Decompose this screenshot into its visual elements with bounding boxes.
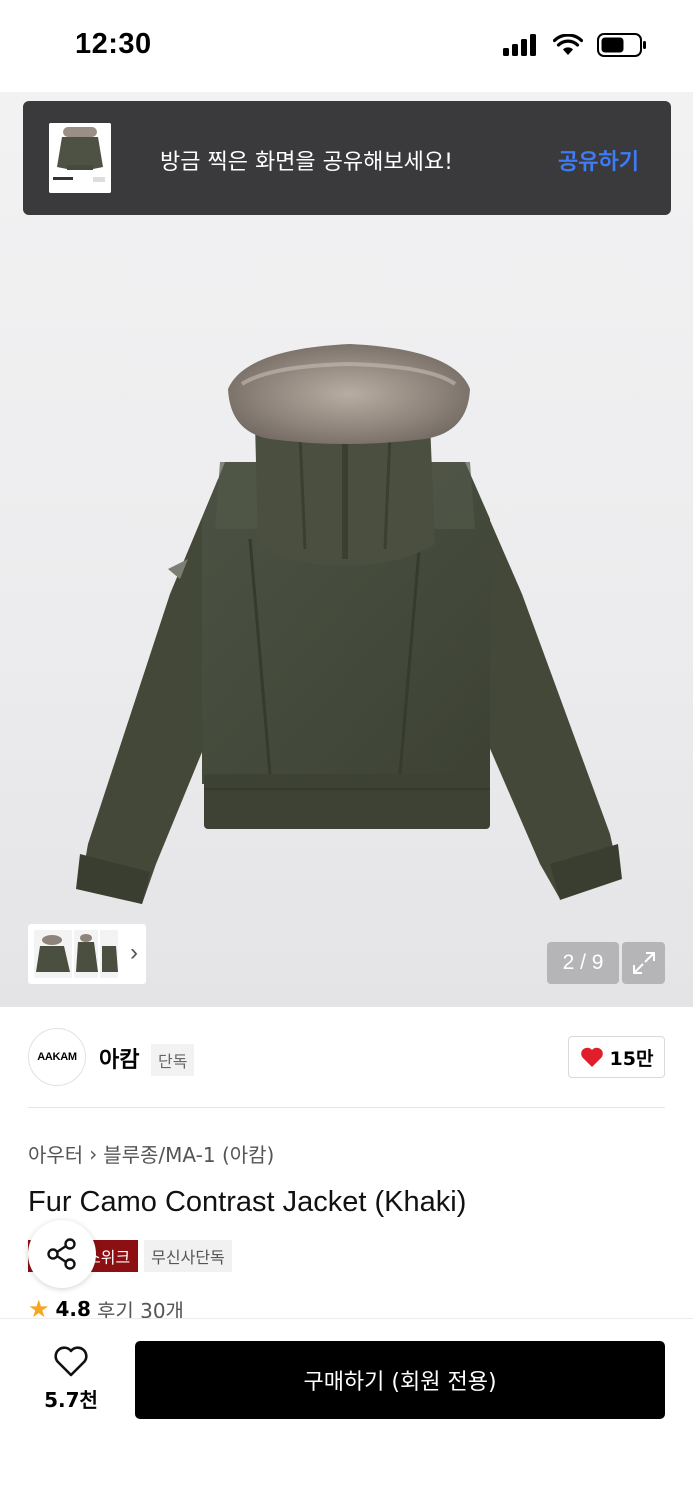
share-fab-button[interactable] — [28, 1220, 96, 1288]
product-image-gallery[interactable]: › 2 / 9 — [0, 92, 693, 1007]
heart-filled-icon — [580, 1047, 603, 1067]
product-jacket-image — [76, 344, 622, 904]
breadcrumb-subcategory[interactable]: 블루종/MA-1 (아캄) — [103, 1139, 274, 1168]
share-icon — [47, 1238, 76, 1270]
thumbnail-images — [34, 930, 118, 978]
share-toast: 방금 찍은 화면을 공유해보세요! 공유하기 — [23, 101, 671, 215]
status-time: 12:30 — [75, 28, 152, 60]
brand-exclusive-tag: 단독 — [151, 1044, 195, 1076]
share-button[interactable]: 공유하기 — [558, 144, 639, 176]
chevron-right-icon: › — [89, 1141, 98, 1166]
battery-icon — [597, 33, 646, 57]
wifi-icon — [553, 34, 583, 55]
brand-name[interactable]: 아캄 — [99, 1042, 139, 1074]
status-icons — [503, 33, 647, 57]
status-bar: 12:30 — [0, 0, 693, 92]
brand-logo-text: AAKAM — [37, 1051, 77, 1063]
toast-message: 방금 찍은 화면을 공유해보세요! — [160, 150, 453, 175]
brand-row: AAKAM 아캄 단독 15만 — [28, 1028, 665, 1086]
rating-score: 4.8 — [55, 1298, 91, 1320]
breadcrumb: 아우터 › 블루종/MA-1 (아캄) — [28, 1139, 274, 1168]
brand-like-count: 15만 — [609, 1047, 654, 1070]
rating-row[interactable]: ★ 4.8 후기 30개 — [28, 1298, 184, 1320]
exclusive-badge: 무신사단독 — [144, 1240, 232, 1272]
bottom-action-bar: 5.7천 구매하기 (회원 전용) — [0, 1318, 693, 1500]
thumbnail-strip[interactable]: › — [28, 924, 146, 984]
review-count: 후기 30개 — [96, 1298, 184, 1321]
chevron-right-icon: › — [130, 939, 138, 966]
heart-outline-icon — [54, 1346, 88, 1377]
wishlist-button[interactable]: 5.7천 — [36, 1345, 106, 1413]
screenshot-thumbnail — [49, 123, 111, 193]
brand-like-button[interactable]: 15만 — [568, 1036, 665, 1078]
star-icon: ★ — [28, 1298, 50, 1320]
divider — [28, 1107, 665, 1108]
expand-button[interactable] — [622, 942, 665, 984]
wishlist-count: 5.7천 — [44, 1388, 98, 1412]
breadcrumb-category[interactable]: 아우터 — [28, 1139, 83, 1168]
brand-logo[interactable]: AAKAM — [28, 1028, 86, 1086]
product-title: Fur Camo Contrast Jacket (Khaki) — [28, 1186, 467, 1218]
buy-button[interactable]: 구매하기 (회원 전용) — [135, 1341, 665, 1419]
expand-icon — [632, 952, 655, 974]
image-counter: 2 / 9 — [547, 942, 619, 984]
cellular-signal-icon — [503, 34, 536, 56]
